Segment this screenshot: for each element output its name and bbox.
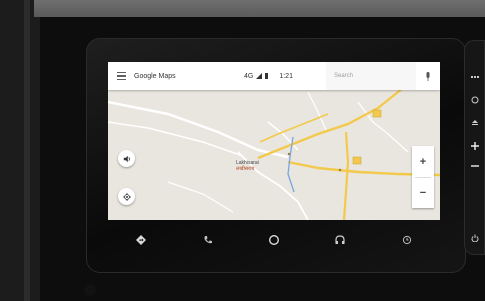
home-icon: [269, 235, 279, 245]
top-dashboard-trim: [34, 0, 485, 17]
place-name-local: लखीसराय: [236, 166, 255, 172]
left-dashboard-trim: [0, 0, 40, 301]
power-icon: [471, 234, 479, 242]
volume-up-icon: [471, 142, 479, 150]
network-type: 4G: [244, 72, 254, 80]
brightness-button[interactable]: [469, 94, 481, 106]
headphones-icon: [335, 235, 345, 244]
audio-button[interactable]: [328, 228, 352, 252]
zoom-divider: [415, 177, 431, 178]
car-dashboard: Google Maps 4G 1:21 Search Lakhisarai लख…: [0, 0, 485, 301]
apps-button[interactable]: [469, 72, 481, 84]
volume-icon: [123, 155, 130, 162]
volume-button[interactable]: [118, 150, 135, 167]
search-input[interactable]: Search: [326, 62, 416, 90]
my-location-icon: [122, 192, 131, 201]
volume-down-icon: [471, 165, 479, 167]
bottom-knob: [84, 284, 96, 296]
apps-icon: [471, 76, 479, 78]
eject-button[interactable]: [469, 116, 481, 128]
navigation-button[interactable]: [129, 228, 153, 252]
clock: 1:21: [279, 72, 293, 80]
power-button[interactable]: [469, 232, 481, 244]
phone-icon: [204, 236, 212, 244]
phone-button[interactable]: [196, 228, 220, 252]
app-title: Google Maps: [134, 72, 176, 80]
signal-icon: [256, 73, 263, 79]
zoom-out-button[interactable]: −: [412, 177, 434, 208]
volume-down-button[interactable]: [469, 160, 481, 172]
menu-icon[interactable]: [108, 62, 134, 90]
place-label[interactable]: Lakhisarai लखीसराय: [236, 160, 259, 172]
eject-icon: [472, 120, 478, 125]
zoom-controls: + −: [412, 146, 434, 208]
battery-icon: [265, 73, 269, 79]
brightness-icon: [471, 96, 479, 104]
navigation-icon: [136, 235, 147, 245]
hardware-button-rail: [464, 40, 485, 255]
volume-up-button[interactable]: [469, 140, 481, 152]
recents-icon: [402, 235, 411, 245]
my-location-button[interactable]: [118, 188, 135, 205]
android-auto-screen[interactable]: Google Maps 4G 1:21 Search Lakhisarai लख…: [108, 62, 440, 220]
status-bar: 4G 1:21: [220, 73, 326, 80]
mic-icon[interactable]: [416, 62, 440, 90]
recents-button[interactable]: [395, 228, 419, 252]
home-button[interactable]: [262, 228, 286, 252]
app-bar: Google Maps 4G 1:21 Search: [108, 62, 440, 90]
android-auto-nav-bar: [108, 222, 440, 258]
trim-edge: [24, 0, 30, 301]
zoom-in-button[interactable]: +: [412, 146, 434, 177]
